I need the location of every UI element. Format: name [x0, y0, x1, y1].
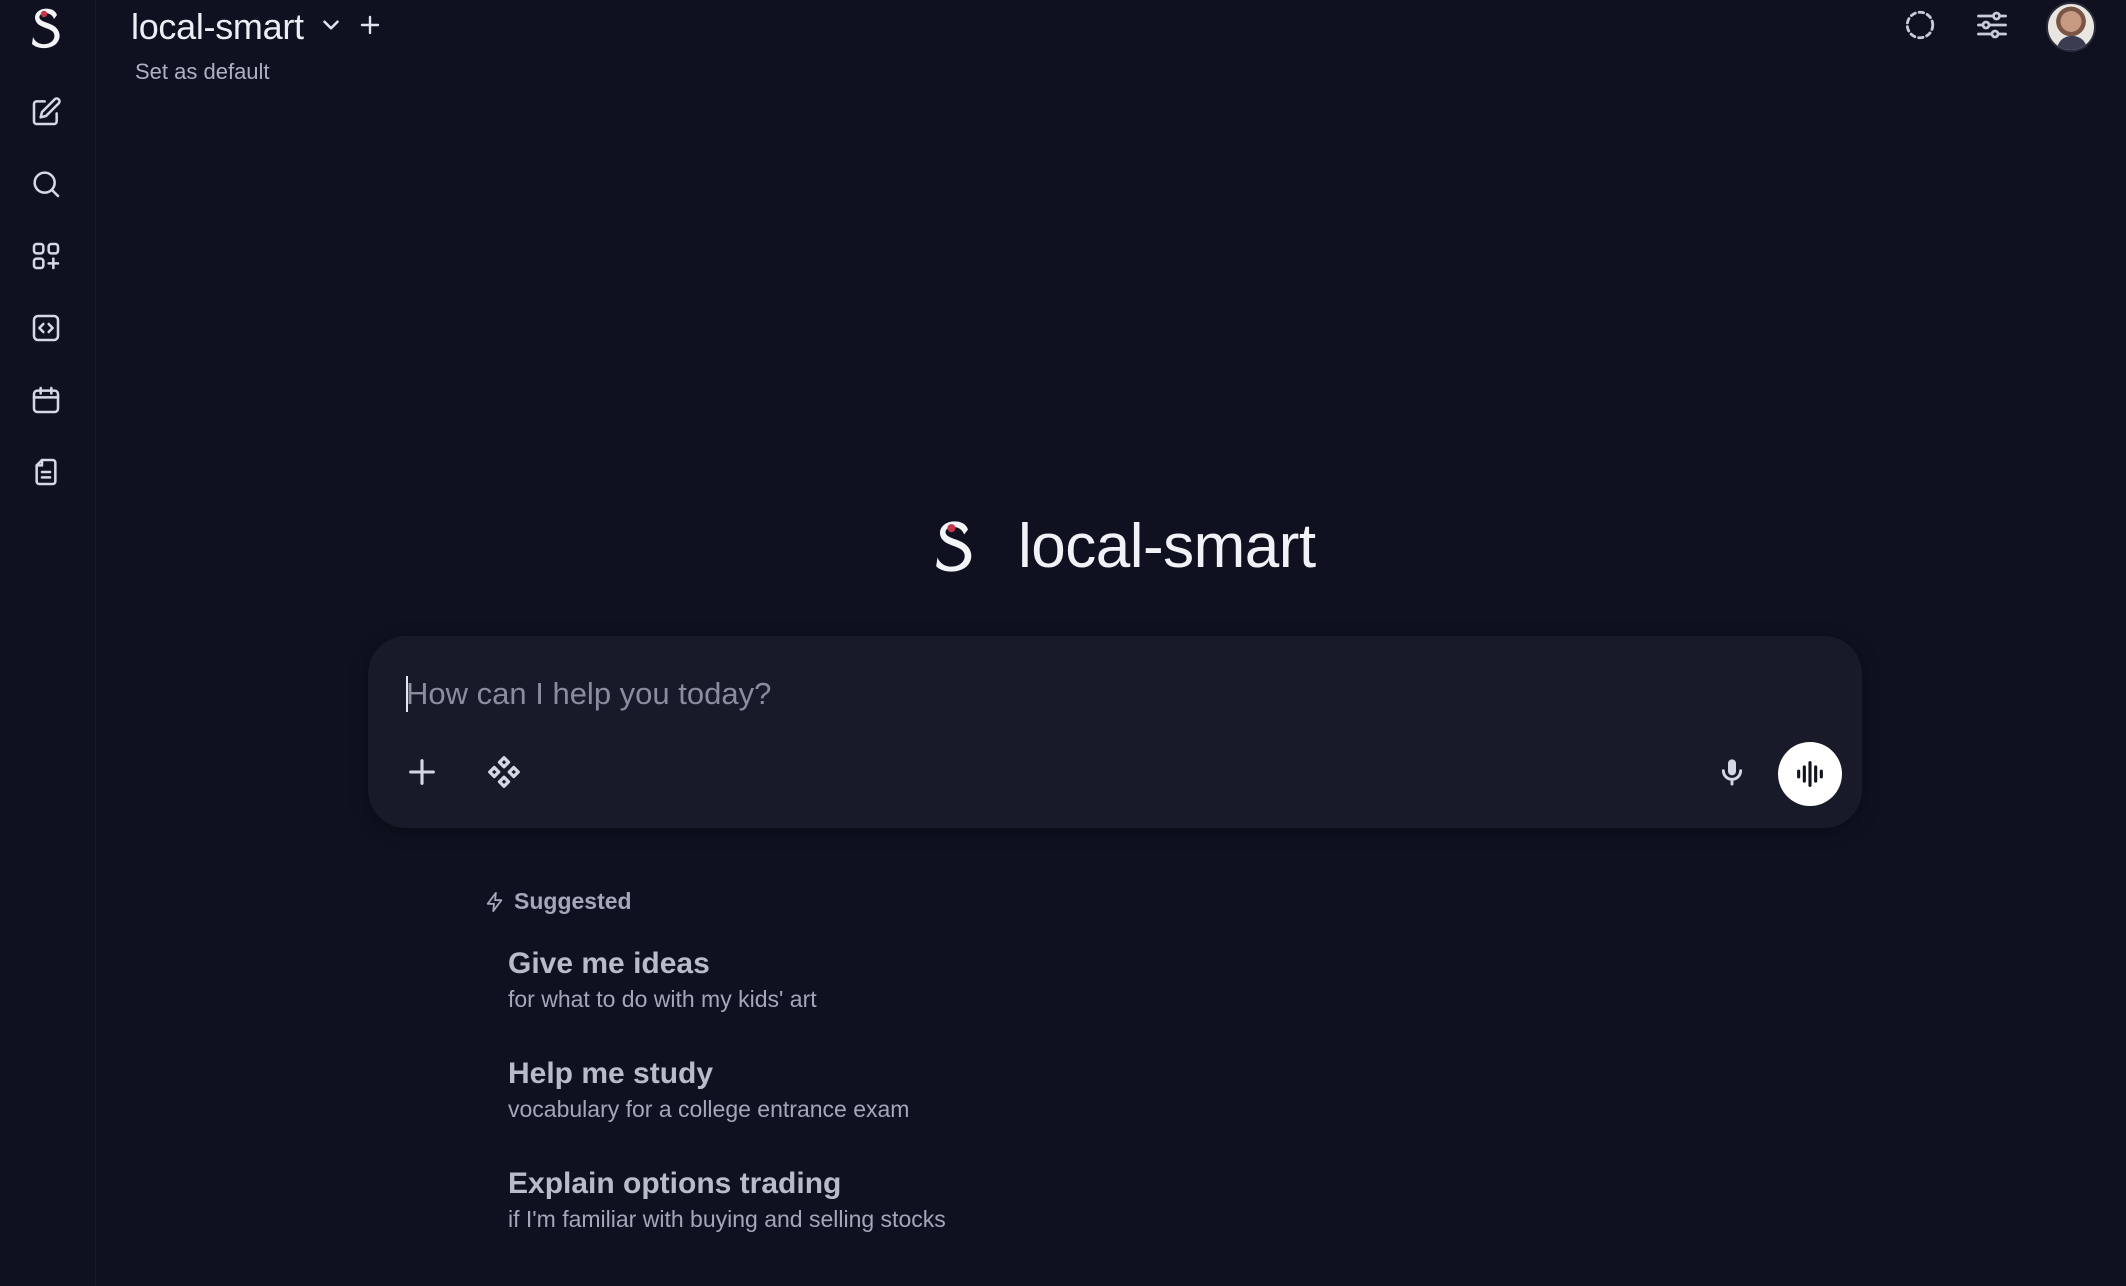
notes-button[interactable]	[24, 450, 68, 494]
message-composer	[368, 636, 1862, 828]
plus-icon	[409, 759, 435, 785]
lightning-icon	[486, 891, 503, 912]
search-icon	[33, 171, 60, 198]
suggestion-item[interactable]: Help me study vocabulary for a college e…	[508, 1056, 1208, 1124]
chevron-down-icon[interactable]	[318, 12, 344, 43]
plus-icon	[360, 15, 379, 34]
suggestion-title: Explain options trading	[508, 1167, 842, 1200]
settings-sliders-icon[interactable]	[1974, 7, 2010, 48]
suggestion-subtitle: vocabulary for a college entrance exam	[508, 1096, 910, 1122]
model-name[interactable]: local-smart	[131, 6, 304, 48]
suggestion-item[interactable]: Give me ideas for what to do with my kid…	[508, 946, 1208, 1014]
avatar[interactable]	[2046, 2, 2096, 52]
tools-diamond-icon	[488, 756, 520, 788]
suggestion-subtitle: for what to do with my kids' art	[508, 986, 817, 1012]
search-button[interactable]	[24, 162, 68, 206]
microphone-icon	[1721, 759, 1743, 786]
temporary-chat-icon[interactable]	[1902, 7, 1938, 48]
code-square-icon	[32, 314, 60, 342]
suggested-label: Suggested	[514, 888, 632, 914]
hero-title: local-smart	[1018, 511, 1316, 581]
suggestion-item[interactable]: Explain options trading if I'm familiar …	[508, 1166, 1208, 1234]
code-button[interactable]	[24, 306, 68, 350]
header-controls	[1902, 2, 2096, 52]
sidebar	[0, 0, 96, 1286]
hero: local-smart	[926, 508, 1316, 584]
suggestion-title: Help me study	[508, 1057, 714, 1090]
suggestion-subtitle: if I'm familiar with buying and selling …	[508, 1206, 946, 1232]
app-logo-icon[interactable]	[24, 4, 68, 52]
suggested-heading: Suggested	[484, 888, 632, 915]
message-input[interactable]	[406, 672, 1706, 716]
voice-mode-button[interactable]	[1778, 742, 1842, 806]
app-logo-icon	[936, 521, 972, 572]
add-model-button[interactable]	[358, 13, 382, 42]
calendar-icon	[32, 386, 60, 414]
attach-button[interactable]	[398, 748, 446, 796]
new-chat-button[interactable]	[24, 90, 68, 134]
grid-plus-icon	[32, 242, 60, 270]
tools-button[interactable]	[480, 748, 528, 796]
suggestion-title: Give me ideas	[508, 947, 710, 980]
document-icon	[35, 458, 57, 486]
waveform-icon	[1797, 761, 1823, 787]
model-selector[interactable]: local-smart	[131, 4, 382, 50]
calendar-button[interactable]	[24, 378, 68, 422]
set-as-default-link[interactable]: Set as default	[135, 59, 270, 85]
workspace-button[interactable]	[24, 234, 68, 278]
dictate-button[interactable]	[1708, 748, 1756, 796]
pencil-square-icon	[32, 97, 61, 126]
